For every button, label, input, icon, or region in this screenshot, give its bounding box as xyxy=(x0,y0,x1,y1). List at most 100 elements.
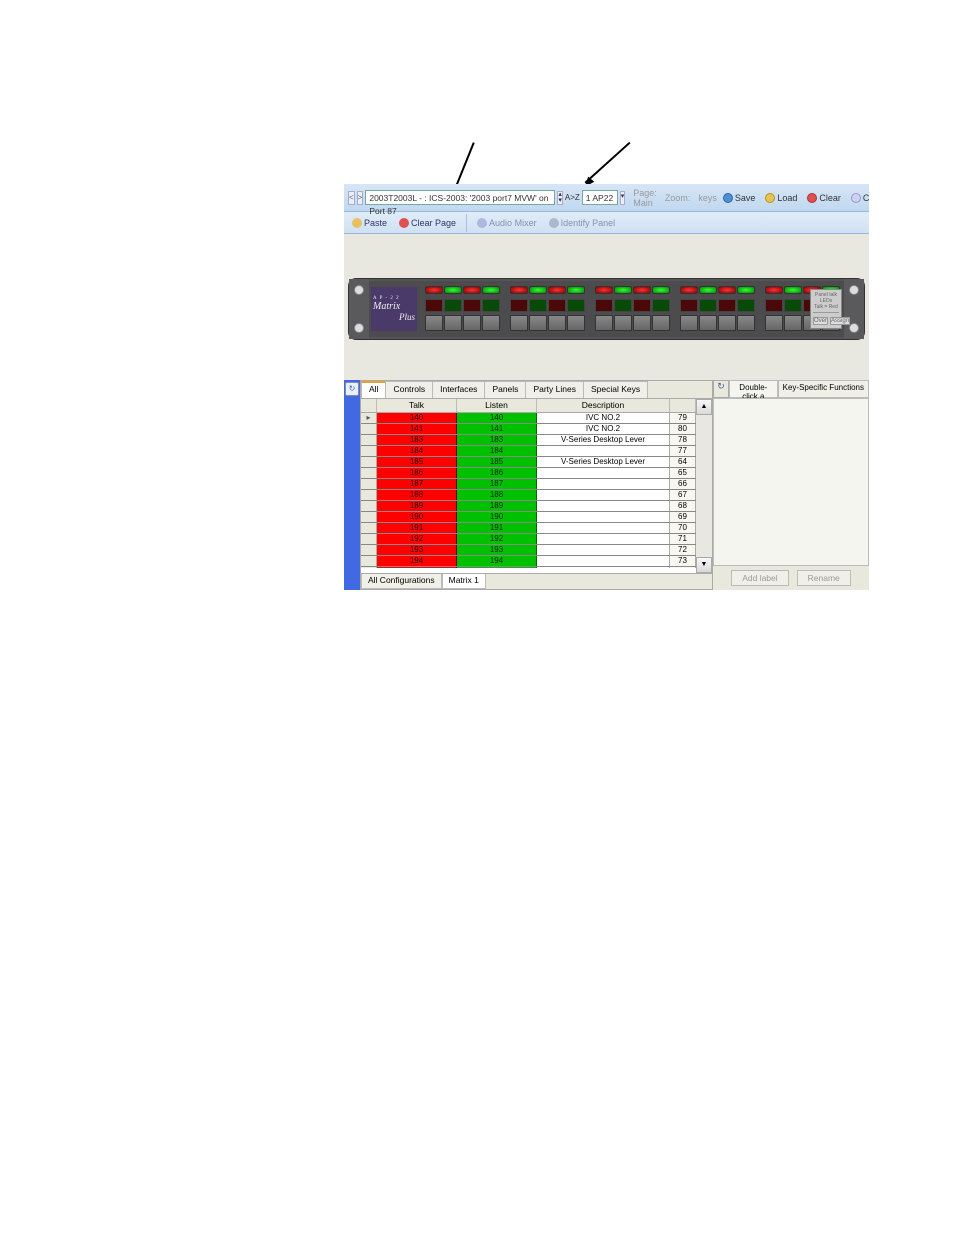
cell-talk[interactable]: 190 xyxy=(377,512,457,522)
table-row[interactable]: 19519574 xyxy=(361,567,696,568)
cell-talk[interactable]: 183 xyxy=(377,435,457,445)
scroll-track[interactable] xyxy=(696,415,712,557)
header-talk[interactable]: Talk xyxy=(377,399,457,412)
table-row[interactable]: 183183V-Series Desktop Lever78 xyxy=(361,435,696,446)
panel-screen[interactable] xyxy=(718,299,736,312)
cell-talk[interactable]: 191 xyxy=(377,523,457,533)
row-selector[interactable] xyxy=(361,545,377,555)
cell-listen[interactable]: 187 xyxy=(457,479,537,489)
panel-key-button[interactable] xyxy=(595,315,613,331)
scrollbar-vertical[interactable]: ▲ ▼ xyxy=(696,399,712,573)
cell-description[interactable] xyxy=(537,523,670,533)
rp-refresh-button[interactable]: ↻ xyxy=(713,380,729,398)
row-selector[interactable]: ▸ xyxy=(361,413,377,423)
cell-listen[interactable]: 192 xyxy=(457,534,537,544)
panel-key-button[interactable] xyxy=(510,315,528,331)
table-row[interactable]: ▸140140IVC NO.279 xyxy=(361,413,696,424)
header-description[interactable]: Description xyxy=(537,399,670,412)
add-label-button[interactable]: Add label xyxy=(731,570,788,586)
cell-description[interactable] xyxy=(537,479,670,489)
panel-screen[interactable] xyxy=(614,299,632,312)
tab-interfaces[interactable]: Interfaces xyxy=(432,381,485,398)
az-dropdown-icon[interactable]: ▾ xyxy=(620,191,626,205)
cell-listen[interactable]: 195 xyxy=(457,567,537,568)
btab-all-config[interactable]: All Configurations xyxy=(361,574,442,589)
save-button[interactable]: Save xyxy=(719,191,760,205)
table-row[interactable]: 18918968 xyxy=(361,501,696,512)
row-selector[interactable] xyxy=(361,479,377,489)
panel-screen[interactable] xyxy=(567,299,585,312)
panel-key-button[interactable] xyxy=(567,315,585,331)
tab-special-keys[interactable]: Special Keys xyxy=(583,381,648,398)
table-row[interactable]: 18718766 xyxy=(361,479,696,490)
cell-description[interactable] xyxy=(537,545,670,555)
table-row[interactable]: 19219271 xyxy=(361,534,696,545)
over-assign-buttons[interactable]: Panel talk LEDsTalk = Red Over Assign xyxy=(810,289,842,329)
header-listen[interactable]: Listen xyxy=(457,399,537,412)
btab-matrix-1[interactable]: Matrix 1 xyxy=(442,574,486,589)
panel-key-button[interactable] xyxy=(765,315,783,331)
panel-screen[interactable] xyxy=(463,299,481,312)
refresh-button[interactable]: ↻ xyxy=(345,382,359,396)
tab-panels[interactable]: Panels xyxy=(484,381,526,398)
panel-key-button[interactable] xyxy=(463,315,481,331)
cell-talk[interactable]: 189 xyxy=(377,501,457,511)
cell-description[interactable]: V-Series Desktop Lever xyxy=(537,435,670,445)
panel-screen[interactable] xyxy=(510,299,528,312)
tab-party-lines[interactable]: Party Lines xyxy=(525,381,584,398)
panel-key-button[interactable] xyxy=(784,315,802,331)
load-button[interactable]: Load xyxy=(761,191,801,205)
panel-key-button[interactable] xyxy=(652,315,670,331)
nav-prev-button[interactable]: < xyxy=(348,191,355,205)
table-row[interactable]: 18418477 xyxy=(361,446,696,457)
panel-screen[interactable] xyxy=(482,299,500,312)
panel-screen[interactable] xyxy=(633,299,651,312)
panel-screen[interactable] xyxy=(529,299,547,312)
panel-key-button[interactable] xyxy=(444,315,462,331)
scroll-down-button[interactable]: ▼ xyxy=(696,557,712,573)
nav-next-button[interactable]: > xyxy=(357,191,364,205)
rename-button[interactable]: Rename xyxy=(797,570,851,586)
table-row[interactable]: 19119170 xyxy=(361,523,696,534)
copy-button[interactable]: Copy xyxy=(847,191,869,205)
row-selector[interactable] xyxy=(361,556,377,566)
panel-key-button[interactable] xyxy=(718,315,736,331)
row-selector[interactable] xyxy=(361,424,377,434)
cell-talk[interactable]: 140 xyxy=(377,413,457,423)
cell-listen[interactable]: 186 xyxy=(457,468,537,478)
paste-button[interactable]: Paste xyxy=(348,216,391,230)
cell-listen[interactable]: 194 xyxy=(457,556,537,566)
cell-listen[interactable]: 190 xyxy=(457,512,537,522)
spinner-icon[interactable]: ▴▾ xyxy=(557,191,563,205)
cell-description[interactable] xyxy=(537,556,670,566)
row-selector[interactable] xyxy=(361,534,377,544)
cell-talk[interactable]: 188 xyxy=(377,490,457,500)
tab-all[interactable]: All xyxy=(361,381,386,398)
cell-talk[interactable]: 187 xyxy=(377,479,457,489)
cell-talk[interactable]: 141 xyxy=(377,424,457,434)
assign-button[interactable]: Assign xyxy=(830,317,850,325)
cell-listen[interactable]: 183 xyxy=(457,435,537,445)
cell-description[interactable] xyxy=(537,567,670,568)
row-selector[interactable] xyxy=(361,446,377,456)
panel-key-button[interactable] xyxy=(482,315,500,331)
panel-key-button[interactable] xyxy=(529,315,547,331)
table-row[interactable]: 185185V-Series Desktop Lever64 xyxy=(361,457,696,468)
breadcrumb-path[interactable]: 2003T2003L - : ICS-2003: '2003 port7 MVW… xyxy=(365,190,555,205)
cell-listen[interactable]: 189 xyxy=(457,501,537,511)
panel-screen[interactable] xyxy=(699,299,717,312)
table-row[interactable]: 19019069 xyxy=(361,512,696,523)
cell-description[interactable] xyxy=(537,534,670,544)
panel-key-button[interactable] xyxy=(425,315,443,331)
cell-description[interactable]: IVC NO.2 xyxy=(537,424,670,434)
cell-talk[interactable]: 185 xyxy=(377,457,457,467)
cell-description[interactable]: V-Series Desktop Lever xyxy=(537,457,670,467)
cell-description[interactable]: IVC NO.2 xyxy=(537,413,670,423)
cell-listen[interactable]: 191 xyxy=(457,523,537,533)
clear-button[interactable]: Clear xyxy=(803,191,845,205)
cell-description[interactable] xyxy=(537,490,670,500)
clear-page-button[interactable]: Clear Page xyxy=(395,216,460,230)
cell-description[interactable] xyxy=(537,512,670,522)
cell-description[interactable] xyxy=(537,468,670,478)
row-selector[interactable] xyxy=(361,523,377,533)
